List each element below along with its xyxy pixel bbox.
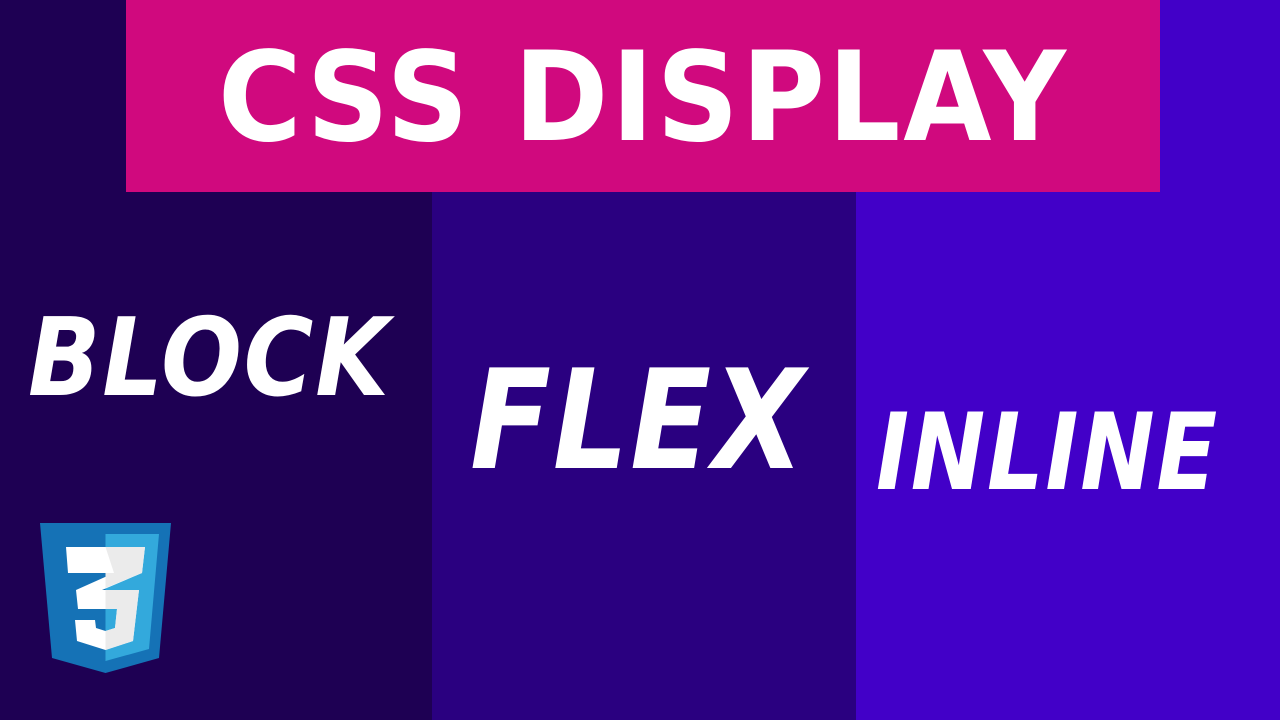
inline-label: INLINE [876,391,1219,514]
page-title: CSS DISPLAY [217,26,1069,170]
flex-label: FLEX [470,340,807,501]
title-banner: CSS DISPLAY [126,0,1160,192]
block-label: BLOCK [28,296,391,421]
css3-logo-icon [40,523,171,673]
